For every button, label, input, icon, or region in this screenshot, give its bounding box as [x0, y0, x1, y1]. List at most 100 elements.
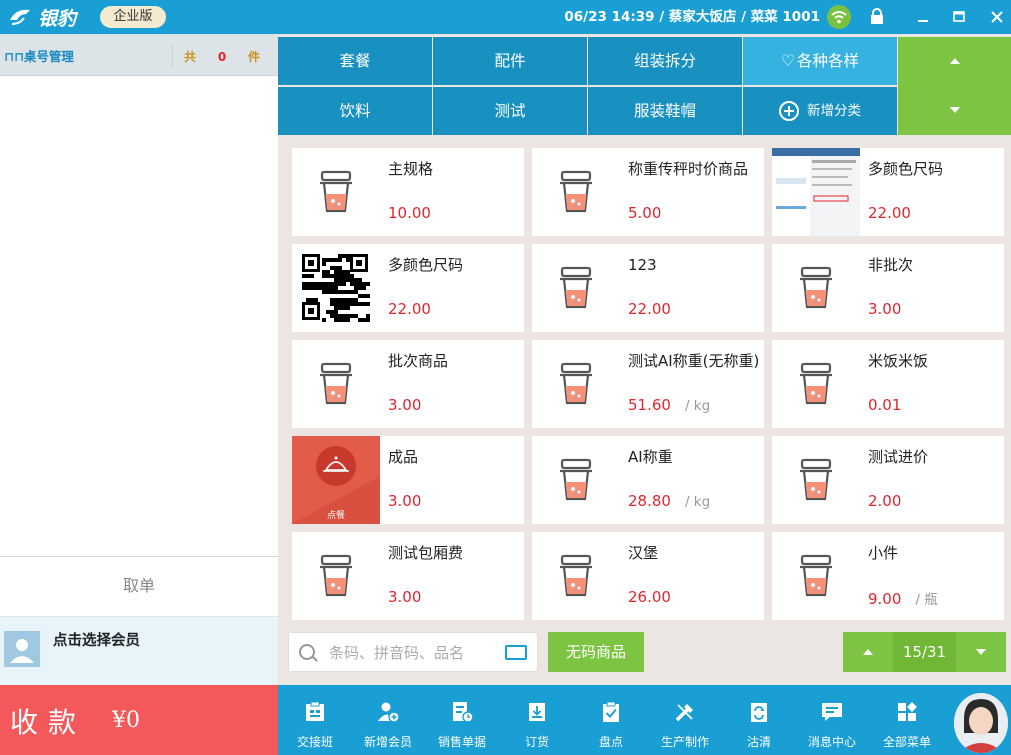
table-management-link[interactable]: ⊓⊓桌号管理 [4, 46, 74, 65]
member-avatar-icon [4, 631, 40, 667]
category-tab[interactable]: 测试 [433, 87, 587, 135]
maximize-icon[interactable] [951, 8, 967, 26]
all-menus-icon [898, 702, 917, 721]
wifi-icon[interactable] [827, 5, 851, 29]
product-name: 测试进价 [868, 448, 929, 466]
drink-cup-icon [292, 532, 380, 620]
search-box [288, 632, 538, 672]
drink-cup-icon [772, 532, 860, 620]
retrieve-order-button[interactable]: 取单 [0, 556, 278, 616]
category-tab[interactable]: 饮料 [278, 87, 432, 135]
page-prev-button[interactable] [843, 632, 893, 672]
product-card[interactable]: 主规格 10.00 [292, 148, 524, 236]
add-category-label: 新增分类 [807, 103, 861, 119]
chevron-down-icon [976, 649, 986, 655]
toolbar-button-inventory-check[interactable]: 盘点 [575, 685, 647, 755]
product-card[interactable]: 点餐 成品 3.00 [292, 436, 524, 524]
toolbar-button-sales-receipt[interactable]: 销售单据 [426, 685, 498, 755]
drink-cup-icon [532, 244, 620, 332]
toolbar-button-order-goods[interactable]: 订货 [501, 685, 573, 755]
product-price: 3.00 [868, 300, 901, 318]
product-card[interactable]: 多颜色尺码 22.00 [292, 244, 524, 332]
product-card[interactable]: 批次商品 3.00 [292, 340, 524, 428]
item-count: 共 0 件 [184, 48, 260, 65]
checkout-button[interactable]: 收款 ¥0 [0, 685, 278, 755]
no-barcode-product-button[interactable]: 无码商品 [548, 632, 644, 672]
drink-cup-icon [532, 340, 620, 428]
page-next-button[interactable] [956, 632, 1006, 672]
product-name: 汉堡 [628, 544, 659, 562]
product-price-value: 22.00 [388, 300, 431, 318]
count-prefix: 共 [184, 50, 197, 64]
toolbar-button-sold-out[interactable]: 沽清 [723, 685, 795, 755]
product-price: 26.00 [628, 588, 671, 606]
chevron-up-icon [863, 649, 873, 655]
plus-circle-icon [779, 101, 799, 121]
toolbar-button-production[interactable]: 生产制作 [649, 685, 721, 755]
product-price: 9.00 / 瓶 [868, 588, 938, 608]
minimize-icon[interactable] [915, 8, 931, 26]
product-price-value: 0.01 [868, 396, 902, 414]
toolbar-button-message-center[interactable]: 消息中心 [796, 685, 868, 755]
toolbar-button-handover[interactable]: 交接班 [279, 685, 351, 755]
add-member-icon [378, 702, 400, 723]
product-card[interactable]: 称重传秤时价商品 5.00 [532, 148, 764, 236]
close-icon[interactable] [989, 8, 1005, 26]
product-price-value: 22.00 [868, 204, 911, 222]
store-info: 06/23 14:39 / 蔡家大饭店 / 菜菜 1001 [564, 9, 820, 25]
toolbar-label: 销售单据 [437, 735, 486, 749]
category-tab-active[interactable]: ♡ 各种各样 [743, 37, 897, 85]
product-name: 123 [628, 256, 657, 274]
category-down-button[interactable] [898, 86, 1011, 135]
product-name: 测试包厢费 [388, 544, 464, 562]
edition-badge: 企业版 [100, 6, 166, 28]
keyboard-icon[interactable] [505, 645, 527, 660]
category-up-button[interactable] [898, 37, 1011, 86]
chevron-up-icon [950, 58, 960, 64]
select-member-label: 点击选择会员 [53, 633, 140, 649]
product-card[interactable]: 123 22.00 [532, 244, 764, 332]
product-price: 28.80 / kg [628, 492, 710, 510]
add-category-button[interactable]: 新增分类 [743, 87, 897, 135]
product-card[interactable]: 汉堡 26.00 [532, 532, 764, 620]
product-name: 测试AI称重(无称重) [628, 352, 760, 370]
toolbar-label: 生产制作 [660, 735, 709, 749]
category-tab[interactable]: 配件 [433, 37, 587, 85]
toolbar-button-add-member[interactable]: 新增会员 [352, 685, 424, 755]
drink-cup-icon [772, 244, 860, 332]
select-member-button[interactable]: 点击选择会员 [0, 616, 278, 685]
chevron-down-icon [950, 107, 960, 113]
product-card[interactable]: 测试包厢费 3.00 [292, 532, 524, 620]
product-price: 3.00 [388, 492, 421, 510]
product-name: 成品 [388, 448, 419, 466]
category-tab[interactable]: 组装拆分 [588, 37, 742, 85]
header-divider [172, 44, 173, 68]
product-card[interactable]: 非批次 3.00 [772, 244, 1004, 332]
thumb-label: 点餐 [326, 511, 345, 521]
product-card[interactable]: 多颜色尺码 22.00 [772, 148, 1004, 236]
order-food-thumb: 点餐 [292, 436, 380, 524]
product-card[interactable]: 米饭米饭 0.01 [772, 340, 1004, 428]
product-name: 多颜色尺码 [868, 160, 944, 178]
product-price-value: 22.00 [628, 300, 671, 318]
category-tab[interactable]: 套餐 [278, 37, 432, 85]
app-logo: 银豹 [8, 4, 76, 30]
table-header: ⊓⊓桌号管理 共 0 件 [0, 34, 278, 76]
product-card[interactable]: 测试AI称重(无称重) 51.60 / kg [532, 340, 764, 428]
product-name: 非批次 [868, 256, 914, 274]
lock-icon[interactable] [870, 8, 884, 25]
leopard-logo-icon [10, 9, 30, 25]
category-tabs: 套餐 配件 组装拆分 ♡ 各种各样 饮料 测试 服装鞋帽 新增分类 [278, 37, 898, 135]
customer-service-avatar[interactable] [954, 693, 1008, 753]
product-card[interactable]: 测试进价 2.00 [772, 436, 1004, 524]
product-card[interactable]: 小件 9.00 / 瓶 [772, 532, 1004, 620]
category-tab[interactable]: 服装鞋帽 [588, 87, 742, 135]
drink-cup-icon [772, 436, 860, 524]
search-input[interactable] [329, 641, 497, 665]
toolbar-label: 全部菜单 [882, 735, 931, 749]
drink-cup-icon [532, 532, 620, 620]
toolbar-button-all-menus[interactable]: 全部菜单 [871, 685, 943, 755]
product-name: 多颜色尺码 [388, 256, 464, 274]
product-price-value: 3.00 [388, 588, 422, 606]
product-card[interactable]: AI称重 28.80 / kg [532, 436, 764, 524]
